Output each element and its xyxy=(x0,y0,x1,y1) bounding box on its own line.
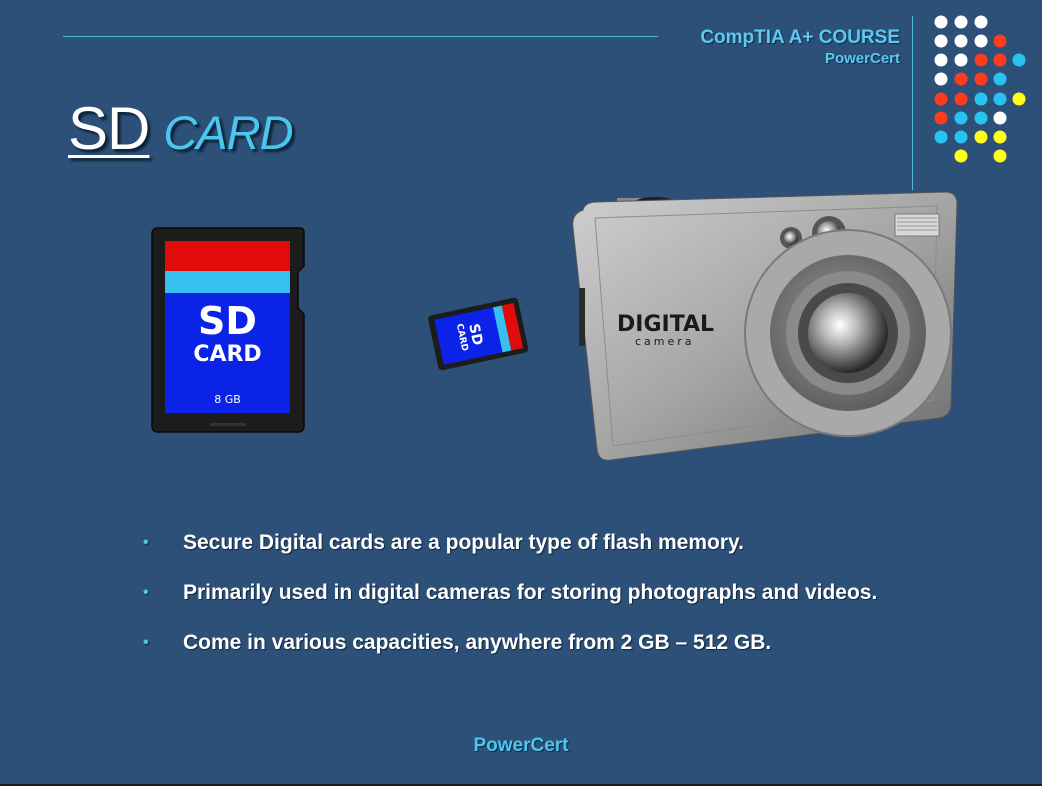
dot xyxy=(954,111,968,125)
sd-card-large-line2: CARD xyxy=(193,342,261,367)
dot xyxy=(934,130,948,144)
dot xyxy=(934,34,948,48)
dot xyxy=(974,53,988,67)
camera-sub: camera xyxy=(635,335,695,348)
dot xyxy=(934,92,948,106)
bullet-list: • Secure Digital cards are a popular type… xyxy=(143,530,903,680)
sd-card-large-line1: SD xyxy=(198,299,257,343)
footer-brand: PowerCert xyxy=(473,735,569,756)
dot xyxy=(954,53,968,67)
bullet-item: • Come in various capacities, anywhere fr… xyxy=(143,630,903,655)
dot xyxy=(974,92,988,106)
dot xyxy=(974,130,988,144)
sd-card-small-image: SD CARD xyxy=(428,297,529,371)
bullet-text: Primarily used in digital cameras for st… xyxy=(183,581,878,604)
digital-camera-image: DIGITAL camera xyxy=(572,191,958,461)
bullet-marker: • xyxy=(143,584,149,601)
dot xyxy=(954,72,968,86)
slide: CompTIA A+ COURSE PowerCert SD CARD SD C… xyxy=(0,0,1042,786)
dot xyxy=(934,72,948,86)
header-brand: PowerCert xyxy=(824,50,900,67)
vertical-rule xyxy=(912,16,913,190)
dot xyxy=(993,130,1007,144)
dot xyxy=(954,149,968,163)
dot xyxy=(974,15,988,29)
bullet-text: Secure Digital cards are a popular type … xyxy=(183,531,744,554)
dot xyxy=(954,15,968,29)
dot xyxy=(974,111,988,125)
title-sub: CARD xyxy=(163,106,293,159)
dot xyxy=(974,72,988,86)
dot xyxy=(954,130,968,144)
bullet-marker: • xyxy=(143,534,149,551)
header-rule xyxy=(63,36,658,37)
dot xyxy=(954,34,968,48)
title-main: SD xyxy=(68,95,150,162)
camera-brand: DIGITAL xyxy=(617,312,714,337)
dot xyxy=(993,92,1007,106)
dot xyxy=(974,34,988,48)
bullet-item: • Primarily used in digital cameras for s… xyxy=(143,580,903,605)
course-title: CompTIA A+ COURSE xyxy=(700,27,900,48)
dot-pattern xyxy=(934,15,1026,163)
dot xyxy=(954,92,968,106)
dot xyxy=(934,111,948,125)
dot xyxy=(993,149,1007,163)
bullet-item: • Secure Digital cards are a popular type… xyxy=(143,530,903,555)
dot xyxy=(993,72,1007,86)
bullet-marker: • xyxy=(143,634,149,651)
dot xyxy=(1012,53,1026,67)
dot xyxy=(1012,92,1026,106)
sd-card-large-image: SD CARD 8 GB xyxy=(151,227,305,433)
dot xyxy=(993,34,1007,48)
dot xyxy=(934,53,948,67)
bullet-text: Come in various capacities, anywhere fro… xyxy=(183,631,772,654)
sd-card-large-capacity: 8 GB xyxy=(214,393,241,406)
dot xyxy=(993,111,1007,125)
slide-title: SD CARD xyxy=(68,94,294,163)
dot xyxy=(993,53,1007,67)
dot xyxy=(934,15,948,29)
